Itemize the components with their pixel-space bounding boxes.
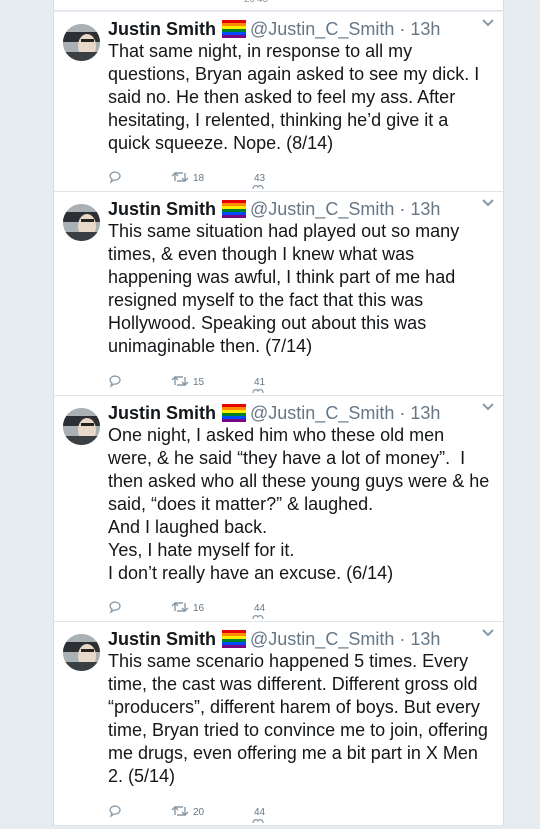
retweet-count: 20 (244, 0, 255, 5)
tweet-actions: 18 43 (108, 170, 348, 190)
tweet-actions: 16 44 (108, 600, 348, 620)
tweet-header: Justin Smith @Justin_C_Smith · 13h (108, 626, 495, 652)
timestamp[interactable]: · 13h (399, 19, 440, 39)
tweet-text: This same scenario happened 5 times. Eve… (108, 651, 493, 786)
tweet-actions: 15 41 (108, 374, 348, 394)
previous-tweet-partial: 20 45 (53, 0, 504, 11)
avatar[interactable] (63, 634, 100, 671)
reply-icon[interactable] (108, 374, 122, 388)
like-count: 43 (254, 173, 266, 184)
display-name[interactable]: Justin Smith (108, 629, 216, 649)
like-count: 44 (254, 603, 266, 614)
chevron-down-icon[interactable] (481, 402, 495, 412)
retweet-icon[interactable] (171, 374, 189, 388)
timestamp[interactable]: · 13h (399, 403, 440, 423)
timestamp[interactable]: · 13h (399, 199, 440, 219)
avatar[interactable] (63, 204, 100, 241)
reply-icon[interactable] (108, 804, 122, 818)
tweet-card[interactable]: Justin Smith @Justin_C_Smith · 13h This s… (53, 622, 504, 826)
retweet-icon[interactable] (171, 170, 189, 184)
retweet-count: 18 (193, 173, 205, 184)
reply-icon[interactable] (108, 170, 122, 184)
retweet-count: 20 (193, 807, 205, 818)
avatar[interactable] (63, 24, 100, 61)
like-count: 45 (257, 0, 268, 5)
tweet-actions: 20 44 (108, 804, 348, 824)
tweet-text: That same night, in response to all my q… (108, 41, 485, 153)
like-count: 41 (254, 377, 266, 388)
retweet-count: 15 (193, 377, 205, 388)
heart-icon[interactable] (252, 614, 264, 620)
retweet-icon[interactable] (171, 804, 189, 818)
heart-icon[interactable] (252, 388, 264, 394)
chevron-down-icon[interactable] (481, 628, 495, 638)
retweet-count: 16 (193, 603, 205, 614)
user-handle[interactable]: @Justin_C_Smith (250, 629, 394, 649)
user-handle[interactable]: @Justin_C_Smith (250, 199, 394, 219)
tweet-card[interactable]: Justin Smith @Justin_C_Smith · 13h That s… (53, 12, 504, 192)
user-handle[interactable]: @Justin_C_Smith (250, 403, 394, 423)
reply-icon[interactable] (108, 600, 122, 614)
display-name[interactable]: Justin Smith (108, 199, 216, 219)
avatar[interactable] (63, 408, 100, 445)
chevron-down-icon[interactable] (481, 198, 495, 208)
tweet-header: Justin Smith @Justin_C_Smith · 13h (108, 196, 495, 222)
timestamp[interactable]: · 13h (399, 629, 440, 649)
like-count: 44 (254, 807, 266, 818)
tweet-text: One night, I asked him who these old men… (108, 425, 490, 583)
chevron-down-icon[interactable] (481, 18, 495, 28)
display-name[interactable]: Justin Smith (108, 403, 216, 423)
heart-icon[interactable] (252, 184, 264, 190)
display-name[interactable]: Justin Smith (108, 19, 216, 39)
tweet-text: This same situation had played out so ma… (108, 221, 465, 356)
tweet-header: Justin Smith @Justin_C_Smith · 13h (108, 16, 495, 42)
heart-icon[interactable] (252, 818, 264, 824)
tweet-card[interactable]: Justin Smith @Justin_C_Smith · 13h This s… (53, 192, 504, 396)
tweet-card[interactable]: Justin Smith @Justin_C_Smith · 13h One ni… (53, 396, 504, 622)
tweet-header: Justin Smith @Justin_C_Smith · 13h (108, 400, 495, 426)
retweet-icon[interactable] (171, 600, 189, 614)
user-handle[interactable]: @Justin_C_Smith (250, 19, 394, 39)
